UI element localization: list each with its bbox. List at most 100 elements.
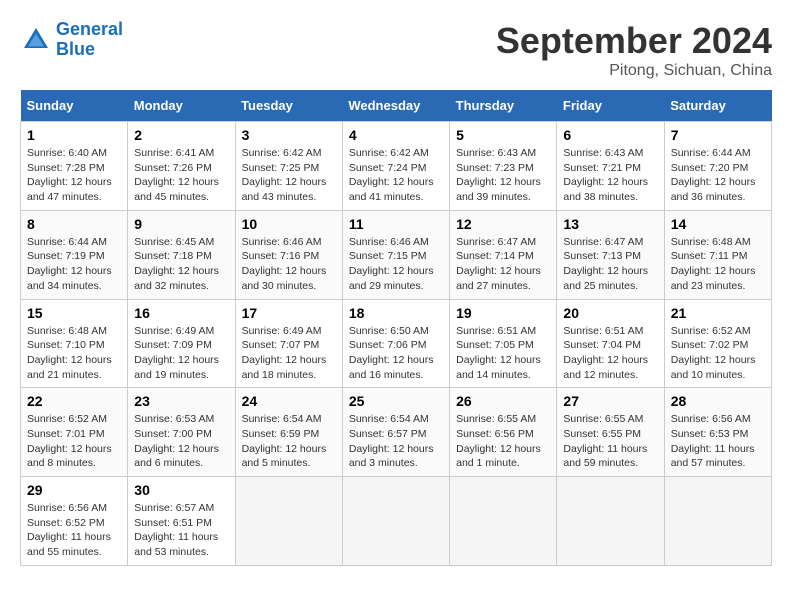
day-number: 5 [456, 127, 550, 143]
calendar-cell: 21 Sunrise: 6:52 AMSunset: 7:02 PMDayligh… [664, 299, 771, 388]
logo: General Blue [20, 20, 123, 60]
cell-details: Sunrise: 6:54 AMSunset: 6:57 PMDaylight:… [349, 412, 443, 471]
calendar-cell: 18Sunrise: 6:50 AMSunset: 7:06 PMDayligh… [342, 299, 449, 388]
day-number: 9 [134, 216, 228, 232]
day-number: 23 [134, 393, 228, 409]
day-number: 29 [27, 482, 121, 498]
calendar-cell [664, 477, 771, 566]
calendar-cell: 7 Sunrise: 6:44 AMSunset: 7:20 PMDaylight… [664, 122, 771, 211]
calendar-cell: 27 Sunrise: 6:55 AMSunset: 6:55 PMDayligh… [557, 388, 664, 477]
cell-details: Sunrise: 6:49 AMSunset: 7:07 PMDaylight:… [242, 324, 336, 383]
day-number: 8 [27, 216, 121, 232]
logo-line2: Blue [56, 39, 95, 59]
calendar-cell: 3 Sunrise: 6:42 AMSunset: 7:25 PMDaylight… [235, 122, 342, 211]
calendar-week-row: 22 Sunrise: 6:52 AMSunset: 7:01 PMDayligh… [21, 388, 772, 477]
month-title: September 2024 [496, 20, 772, 62]
weekday-header-monday: Monday [128, 90, 235, 122]
cell-details: Sunrise: 6:42 AMSunset: 7:25 PMDaylight:… [242, 146, 336, 205]
cell-details: Sunrise: 6:44 AMSunset: 7:20 PMDaylight:… [671, 146, 765, 205]
calendar-cell: 10 Sunrise: 6:46 AMSunset: 7:16 PMDayligh… [235, 210, 342, 299]
day-number: 3 [242, 127, 336, 143]
day-number: 26 [456, 393, 550, 409]
calendar-week-row: 8 Sunrise: 6:44 AMSunset: 7:19 PMDaylight… [21, 210, 772, 299]
cell-details: Sunrise: 6:54 AMSunset: 6:59 PMDaylight:… [242, 412, 336, 471]
logo-icon [20, 24, 52, 56]
day-number: 15 [27, 305, 121, 321]
day-number: 11 [349, 216, 443, 232]
cell-details: Sunrise: 6:41 AMSunset: 7:26 PMDaylight:… [134, 146, 228, 205]
calendar-cell: 2 Sunrise: 6:41 AMSunset: 7:26 PMDaylight… [128, 122, 235, 211]
cell-details: Sunrise: 6:56 AMSunset: 6:52 PMDaylight:… [27, 501, 121, 560]
weekday-header-tuesday: Tuesday [235, 90, 342, 122]
calendar-cell: 24Sunrise: 6:54 AMSunset: 6:59 PMDayligh… [235, 388, 342, 477]
calendar-cell: 11 Sunrise: 6:46 AMSunset: 7:15 PMDayligh… [342, 210, 449, 299]
cell-details: Sunrise: 6:43 AMSunset: 7:23 PMDaylight:… [456, 146, 550, 205]
day-number: 7 [671, 127, 765, 143]
logo-line1: General [56, 19, 123, 39]
cell-details: Sunrise: 6:46 AMSunset: 7:15 PMDaylight:… [349, 235, 443, 294]
title-block: September 2024 Pitong, Sichuan, China [496, 20, 772, 80]
day-number: 22 [27, 393, 121, 409]
calendar-cell: 25 Sunrise: 6:54 AMSunset: 6:57 PMDayligh… [342, 388, 449, 477]
weekday-header-saturday: Saturday [664, 90, 771, 122]
calendar-cell: 20 Sunrise: 6:51 AMSunset: 7:04 PMDayligh… [557, 299, 664, 388]
logo-text: General Blue [56, 20, 123, 60]
calendar-cell [557, 477, 664, 566]
cell-details: Sunrise: 6:51 AMSunset: 7:04 PMDaylight:… [563, 324, 657, 383]
day-number: 20 [563, 305, 657, 321]
day-number: 19 [456, 305, 550, 321]
day-number: 4 [349, 127, 443, 143]
page-header: General Blue September 2024 Pitong, Sich… [20, 20, 772, 80]
day-number: 21 [671, 305, 765, 321]
calendar-cell: 9 Sunrise: 6:45 AMSunset: 7:18 PMDaylight… [128, 210, 235, 299]
calendar-cell: 17 Sunrise: 6:49 AMSunset: 7:07 PMDayligh… [235, 299, 342, 388]
cell-details: Sunrise: 6:47 AMSunset: 7:14 PMDaylight:… [456, 235, 550, 294]
day-number: 17 [242, 305, 336, 321]
calendar-cell: 15 Sunrise: 6:48 AMSunset: 7:10 PMDayligh… [21, 299, 128, 388]
calendar-cell: 16Sunrise: 6:49 AMSunset: 7:09 PMDayligh… [128, 299, 235, 388]
cell-details: Sunrise: 6:48 AMSunset: 7:10 PMDaylight:… [27, 324, 121, 383]
calendar-cell: 19Sunrise: 6:51 AMSunset: 7:05 PMDayligh… [450, 299, 557, 388]
calendar-cell: 1 Sunrise: 6:40 AMSunset: 7:28 PMDaylight… [21, 122, 128, 211]
cell-details: Sunrise: 6:44 AMSunset: 7:19 PMDaylight:… [27, 235, 121, 294]
calendar-cell: 12Sunrise: 6:47 AMSunset: 7:14 PMDayligh… [450, 210, 557, 299]
cell-details: Sunrise: 6:57 AMSunset: 6:51 PMDaylight:… [134, 501, 228, 560]
cell-details: Sunrise: 6:55 AMSunset: 6:55 PMDaylight:… [563, 412, 657, 471]
cell-details: Sunrise: 6:47 AMSunset: 7:13 PMDaylight:… [563, 235, 657, 294]
day-number: 25 [349, 393, 443, 409]
cell-details: Sunrise: 6:52 AMSunset: 7:01 PMDaylight:… [27, 412, 121, 471]
weekday-header-sunday: Sunday [21, 90, 128, 122]
day-number: 14 [671, 216, 765, 232]
calendar-cell: 28Sunrise: 6:56 AMSunset: 6:53 PMDayligh… [664, 388, 771, 477]
day-number: 10 [242, 216, 336, 232]
cell-details: Sunrise: 6:48 AMSunset: 7:11 PMDaylight:… [671, 235, 765, 294]
calendar-cell: 8 Sunrise: 6:44 AMSunset: 7:19 PMDaylight… [21, 210, 128, 299]
weekday-header-thursday: Thursday [450, 90, 557, 122]
calendar-week-row: 15 Sunrise: 6:48 AMSunset: 7:10 PMDayligh… [21, 299, 772, 388]
weekday-header-friday: Friday [557, 90, 664, 122]
cell-details: Sunrise: 6:55 AMSunset: 6:56 PMDaylight:… [456, 412, 550, 471]
day-number: 27 [563, 393, 657, 409]
day-number: 30 [134, 482, 228, 498]
calendar-header-row: SundayMondayTuesdayWednesdayThursdayFrid… [21, 90, 772, 122]
cell-details: Sunrise: 6:46 AMSunset: 7:16 PMDaylight:… [242, 235, 336, 294]
day-number: 6 [563, 127, 657, 143]
calendar-cell: 23Sunrise: 6:53 AMSunset: 7:00 PMDayligh… [128, 388, 235, 477]
location-subtitle: Pitong, Sichuan, China [496, 62, 772, 80]
day-number: 28 [671, 393, 765, 409]
calendar-cell [235, 477, 342, 566]
calendar-cell: 4Sunrise: 6:42 AMSunset: 7:24 PMDaylight… [342, 122, 449, 211]
cell-details: Sunrise: 6:52 AMSunset: 7:02 PMDaylight:… [671, 324, 765, 383]
calendar-cell: 6 Sunrise: 6:43 AMSunset: 7:21 PMDaylight… [557, 122, 664, 211]
cell-details: Sunrise: 6:43 AMSunset: 7:21 PMDaylight:… [563, 146, 657, 205]
calendar-cell [342, 477, 449, 566]
calendar-cell [450, 477, 557, 566]
calendar-week-row: 1 Sunrise: 6:40 AMSunset: 7:28 PMDaylight… [21, 122, 772, 211]
day-number: 1 [27, 127, 121, 143]
cell-details: Sunrise: 6:40 AMSunset: 7:28 PMDaylight:… [27, 146, 121, 205]
cell-details: Sunrise: 6:45 AMSunset: 7:18 PMDaylight:… [134, 235, 228, 294]
day-number: 2 [134, 127, 228, 143]
day-number: 16 [134, 305, 228, 321]
day-number: 18 [349, 305, 443, 321]
calendar-table: SundayMondayTuesdayWednesdayThursdayFrid… [20, 90, 772, 566]
